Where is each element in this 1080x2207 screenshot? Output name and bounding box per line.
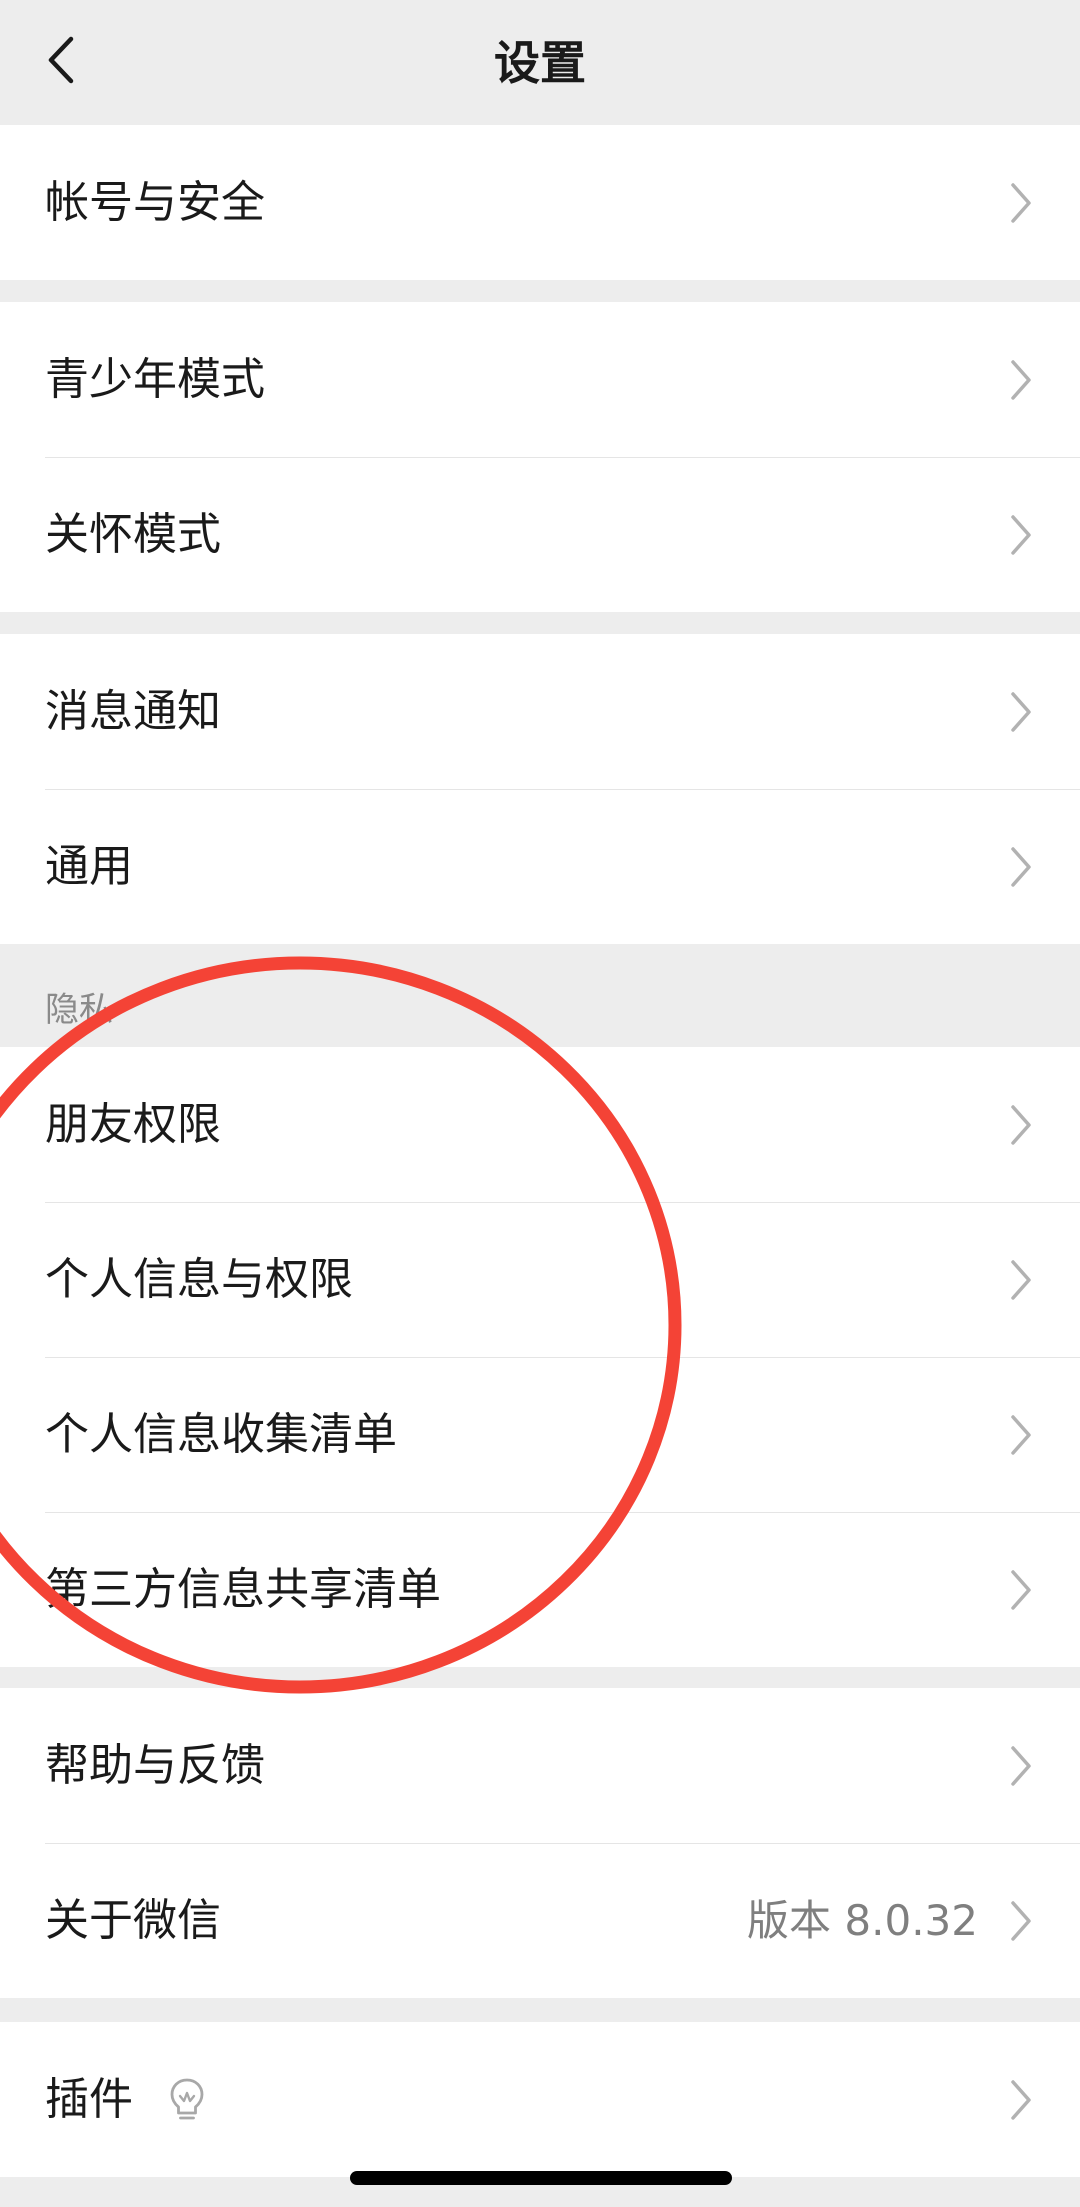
row-label: 第三方信息共享清单 <box>45 1563 441 1615</box>
chevron-right-icon <box>1011 182 1031 223</box>
settings-group-account: 帐号与安全 <box>0 125 1080 280</box>
row-label: 个人信息收集清单 <box>45 1408 397 1460</box>
settings-group-help-about: 帮助与反馈 关于微信 版本 8.0.32 <box>0 1688 1080 1998</box>
row-third-party-sharing-list[interactable]: 第三方信息共享清单 <box>0 1512 1080 1667</box>
chevron-right-icon <box>1011 1569 1031 1610</box>
row-label: 消息通知 <box>45 685 221 737</box>
settings-group-privacy: 朋友权限 个人信息与权限 个人信息收集清单 第三方信息共享清单 <box>0 1047 1080 1667</box>
page-title: 设置 <box>494 36 586 90</box>
settings-group-plugins: 插件 <box>0 2022 1080 2177</box>
chevron-right-icon <box>1011 514 1031 555</box>
chevron-right-icon <box>1011 691 1031 732</box>
chevron-right-icon <box>1011 846 1031 887</box>
row-friend-permissions[interactable]: 朋友权限 <box>0 1047 1080 1202</box>
row-teen-mode[interactable]: 青少年模式 <box>0 302 1080 457</box>
settings-group-modes: 青少年模式 关怀模式 <box>0 302 1080 612</box>
row-label: 插件 <box>45 2073 133 2125</box>
chevron-right-icon <box>1011 359 1031 400</box>
row-help-feedback[interactable]: 帮助与反馈 <box>0 1688 1080 1843</box>
row-plugins[interactable]: 插件 <box>0 2022 1080 2177</box>
row-account-security[interactable]: 帐号与安全 <box>0 125 1080 280</box>
row-label: 个人信息与权限 <box>45 1253 353 1305</box>
chevron-right-icon <box>1011 1414 1031 1455</box>
chevron-right-icon <box>1011 1104 1031 1145</box>
row-about-wechat[interactable]: 关于微信 版本 8.0.32 <box>0 1843 1080 1998</box>
row-label: 关于微信 <box>45 1894 221 1946</box>
version-value: 版本 8.0.32 <box>747 1895 978 1945</box>
row-label: 帐号与安全 <box>45 176 265 228</box>
row-care-mode[interactable]: 关怀模式 <box>0 457 1080 612</box>
row-label: 青少年模式 <box>45 353 265 405</box>
nav-bar: 设置 <box>0 0 1080 125</box>
row-general[interactable]: 通用 <box>0 789 1080 944</box>
home-indicator[interactable] <box>350 2171 732 2185</box>
chevron-right-icon <box>1011 1259 1031 1300</box>
chevron-right-icon <box>1011 1900 1031 1941</box>
row-notifications[interactable]: 消息通知 <box>0 634 1080 789</box>
lightbulb-icon <box>170 2078 204 2119</box>
chevron-right-icon <box>1011 1745 1031 1786</box>
row-label: 朋友权限 <box>45 1098 221 1150</box>
settings-group-general: 消息通知 通用 <box>0 634 1080 944</box>
row-personal-info-collection-list[interactable]: 个人信息收集清单 <box>0 1357 1080 1512</box>
chevron-right-icon <box>1011 2079 1031 2120</box>
row-label: 关怀模式 <box>45 508 221 560</box>
row-label: 通用 <box>45 840 133 892</box>
row-label: 帮助与反馈 <box>45 1739 265 1791</box>
row-personal-info-permissions[interactable]: 个人信息与权限 <box>0 1202 1080 1357</box>
section-label-privacy: 隐私 <box>45 990 113 1030</box>
